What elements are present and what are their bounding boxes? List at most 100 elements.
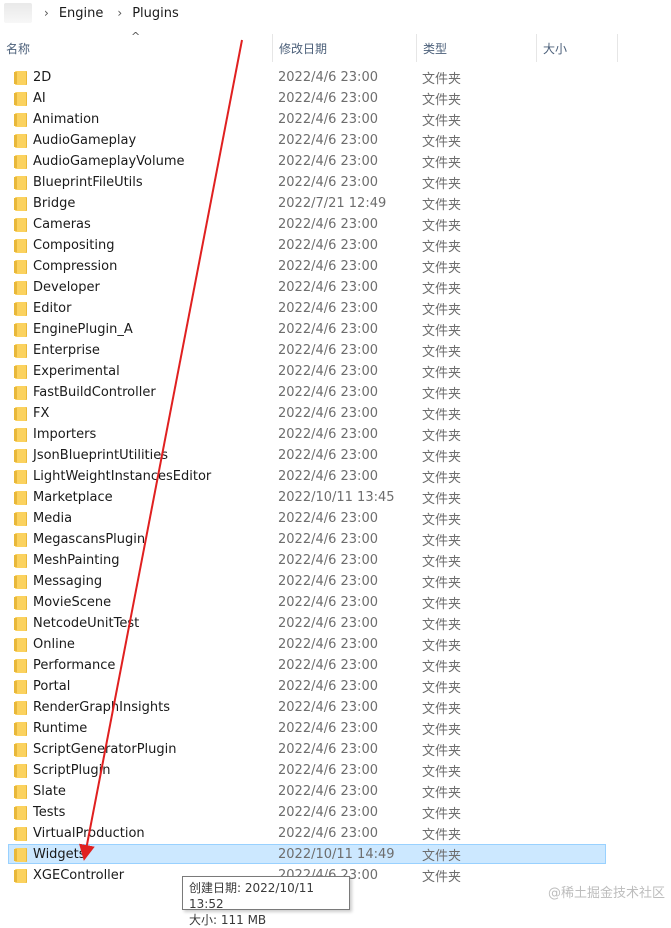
file-name: Widgets [33, 847, 86, 862]
file-name: MovieScene [33, 595, 112, 610]
file-type: 文件夹 [422, 261, 462, 276]
file-row[interactable]: Marketplace 2022/10/11 13:45 文件夹 [0, 487, 671, 508]
file-modified: 2022/4/6 23:00 [278, 595, 378, 610]
file-row[interactable]: Widgets 2022/10/11 14:49 文件夹 [0, 844, 671, 865]
file-row[interactable]: Bridge 2022/7/21 12:49 文件夹 [0, 193, 671, 214]
file-row[interactable]: Compression 2022/4/6 23:00 文件夹 [0, 256, 671, 277]
file-name: MegascansPlugin [33, 532, 146, 547]
file-modified: 2022/4/6 23:00 [278, 658, 378, 673]
folder-icon [14, 217, 27, 232]
folder-icon [14, 826, 27, 841]
file-type: 文件夹 [422, 660, 462, 675]
file-row[interactable]: Cameras 2022/4/6 23:00 文件夹 [0, 214, 671, 235]
file-type: 文件夹 [422, 723, 462, 738]
file-type: 文件夹 [422, 786, 462, 801]
file-name: Online [33, 637, 75, 652]
file-type: 文件夹 [422, 471, 462, 486]
file-row[interactable]: NetcodeUnitTest 2022/4/6 23:00 文件夹 [0, 613, 671, 634]
file-row[interactable]: VirtualProduction 2022/4/6 23:00 文件夹 [0, 823, 671, 844]
file-row[interactable]: Tests 2022/4/6 23:00 文件夹 [0, 802, 671, 823]
file-type: 文件夹 [422, 849, 462, 864]
file-row[interactable]: RenderGraphInsights 2022/4/6 23:00 文件夹 [0, 697, 671, 718]
file-row[interactable]: Importers 2022/4/6 23:00 文件夹 [0, 424, 671, 445]
file-type: 文件夹 [422, 114, 462, 129]
folder-icon [14, 868, 27, 883]
tooltip-created: 创建日期: 2022/10/11 13:52 [189, 881, 315, 911]
file-row[interactable]: Slate 2022/4/6 23:00 文件夹 [0, 781, 671, 802]
file-name: Portal [33, 679, 71, 694]
folder-icon [14, 238, 27, 253]
file-row[interactable]: MeshPainting 2022/4/6 23:00 文件夹 [0, 550, 671, 571]
file-type: 文件夹 [422, 597, 462, 612]
folder-icon [14, 721, 27, 736]
column-modified-header[interactable]: 修改日期 [272, 34, 416, 62]
file-row[interactable]: BlueprintFileUtils 2022/4/6 23:00 文件夹 [0, 172, 671, 193]
file-modified: 2022/4/6 23:00 [278, 784, 378, 799]
file-name: LightWeightInstancesEditor [33, 469, 212, 484]
file-row[interactable]: Messaging 2022/4/6 23:00 文件夹 [0, 571, 671, 592]
folder-icon [14, 574, 27, 589]
breadcrumb-plugins[interactable]: Plugins [130, 6, 181, 21]
file-row[interactable]: FastBuildController 2022/4/6 23:00 文件夹 [0, 382, 671, 403]
file-row[interactable]: Developer 2022/4/6 23:00 文件夹 [0, 277, 671, 298]
file-name: FX [33, 406, 50, 421]
file-modified: 2022/4/6 23:00 [278, 637, 378, 652]
file-name: Compression [33, 259, 118, 274]
file-type: 文件夹 [422, 429, 462, 444]
file-modified: 2022/4/6 23:00 [278, 217, 378, 232]
column-name-header[interactable]: ^ 名称 [0, 30, 272, 62]
folder-icon [14, 133, 27, 148]
column-type-header[interactable]: 类型 [416, 34, 536, 62]
breadcrumb-engine[interactable]: Engine [57, 6, 106, 21]
file-type: 文件夹 [422, 870, 462, 885]
file-row[interactable]: 2D 2022/4/6 23:00 文件夹 [0, 67, 671, 88]
file-row[interactable]: FX 2022/4/6 23:00 文件夹 [0, 403, 671, 424]
file-name: BlueprintFileUtils [33, 175, 143, 190]
file-row[interactable]: Animation 2022/4/6 23:00 文件夹 [0, 109, 671, 130]
column-size-header[interactable]: 大小 [536, 34, 618, 62]
file-row[interactable]: Experimental 2022/4/6 23:00 文件夹 [0, 361, 671, 382]
folder-icon [14, 280, 27, 295]
folder-icon [14, 448, 27, 463]
folder-icon [14, 385, 27, 400]
file-name: Bridge [33, 196, 76, 211]
file-row[interactable]: Performance 2022/4/6 23:00 文件夹 [0, 655, 671, 676]
file-modified: 2022/4/6 23:00 [278, 700, 378, 715]
file-row[interactable]: JsonBlueprintUtilities 2022/4/6 23:00 文件夹 [0, 445, 671, 466]
file-row[interactable]: MegascansPlugin 2022/4/6 23:00 文件夹 [0, 529, 671, 550]
file-row[interactable]: Enterprise 2022/4/6 23:00 文件夹 [0, 340, 671, 361]
file-row[interactable]: AudioGameplayVolume 2022/4/6 23:00 文件夹 [0, 151, 671, 172]
file-row[interactable]: AudioGameplay 2022/4/6 23:00 文件夹 [0, 130, 671, 151]
file-name: AI [33, 91, 46, 106]
file-name: Media [33, 511, 73, 526]
folder-icon [14, 112, 27, 127]
file-row[interactable]: ScriptPlugin 2022/4/6 23:00 文件夹 [0, 760, 671, 781]
folder-icon [14, 532, 27, 547]
chevron-right-icon: › [117, 6, 123, 20]
file-name: Experimental [33, 364, 120, 379]
file-row[interactable]: Media 2022/4/6 23:00 文件夹 [0, 508, 671, 529]
file-row[interactable]: Online 2022/4/6 23:00 文件夹 [0, 634, 671, 655]
file-row[interactable]: ScriptGeneratorPlugin 2022/4/6 23:00 文件夹 [0, 739, 671, 760]
column-header: ^ 名称 修改日期 类型 大小 [0, 30, 671, 62]
folder-icon [14, 154, 27, 169]
file-row[interactable]: EnginePlugin_A 2022/4/6 23:00 文件夹 [0, 319, 671, 340]
file-modified: 2022/4/6 23:00 [278, 70, 378, 85]
folder-icon [14, 469, 27, 484]
file-row[interactable]: Portal 2022/4/6 23:00 文件夹 [0, 676, 671, 697]
file-name: AudioGameplay [33, 133, 137, 148]
file-row[interactable]: MovieScene 2022/4/6 23:00 文件夹 [0, 592, 671, 613]
file-name: Animation [33, 112, 100, 127]
folder-icon [14, 196, 27, 211]
file-row[interactable]: Runtime 2022/4/6 23:00 文件夹 [0, 718, 671, 739]
file-modified: 2022/4/6 23:00 [278, 112, 378, 127]
file-row[interactable]: Editor 2022/4/6 23:00 文件夹 [0, 298, 671, 319]
file-type: 文件夹 [422, 765, 462, 780]
file-type: 文件夹 [422, 303, 462, 318]
file-row[interactable]: LightWeightInstancesEditor 2022/4/6 23:00… [0, 466, 671, 487]
file-name: NetcodeUnitTest [33, 616, 140, 631]
file-row[interactable]: AI 2022/4/6 23:00 文件夹 [0, 88, 671, 109]
file-row[interactable]: Compositing 2022/4/6 23:00 文件夹 [0, 235, 671, 256]
file-modified: 2022/4/6 23:00 [278, 238, 378, 253]
file-type: 文件夹 [422, 534, 462, 549]
